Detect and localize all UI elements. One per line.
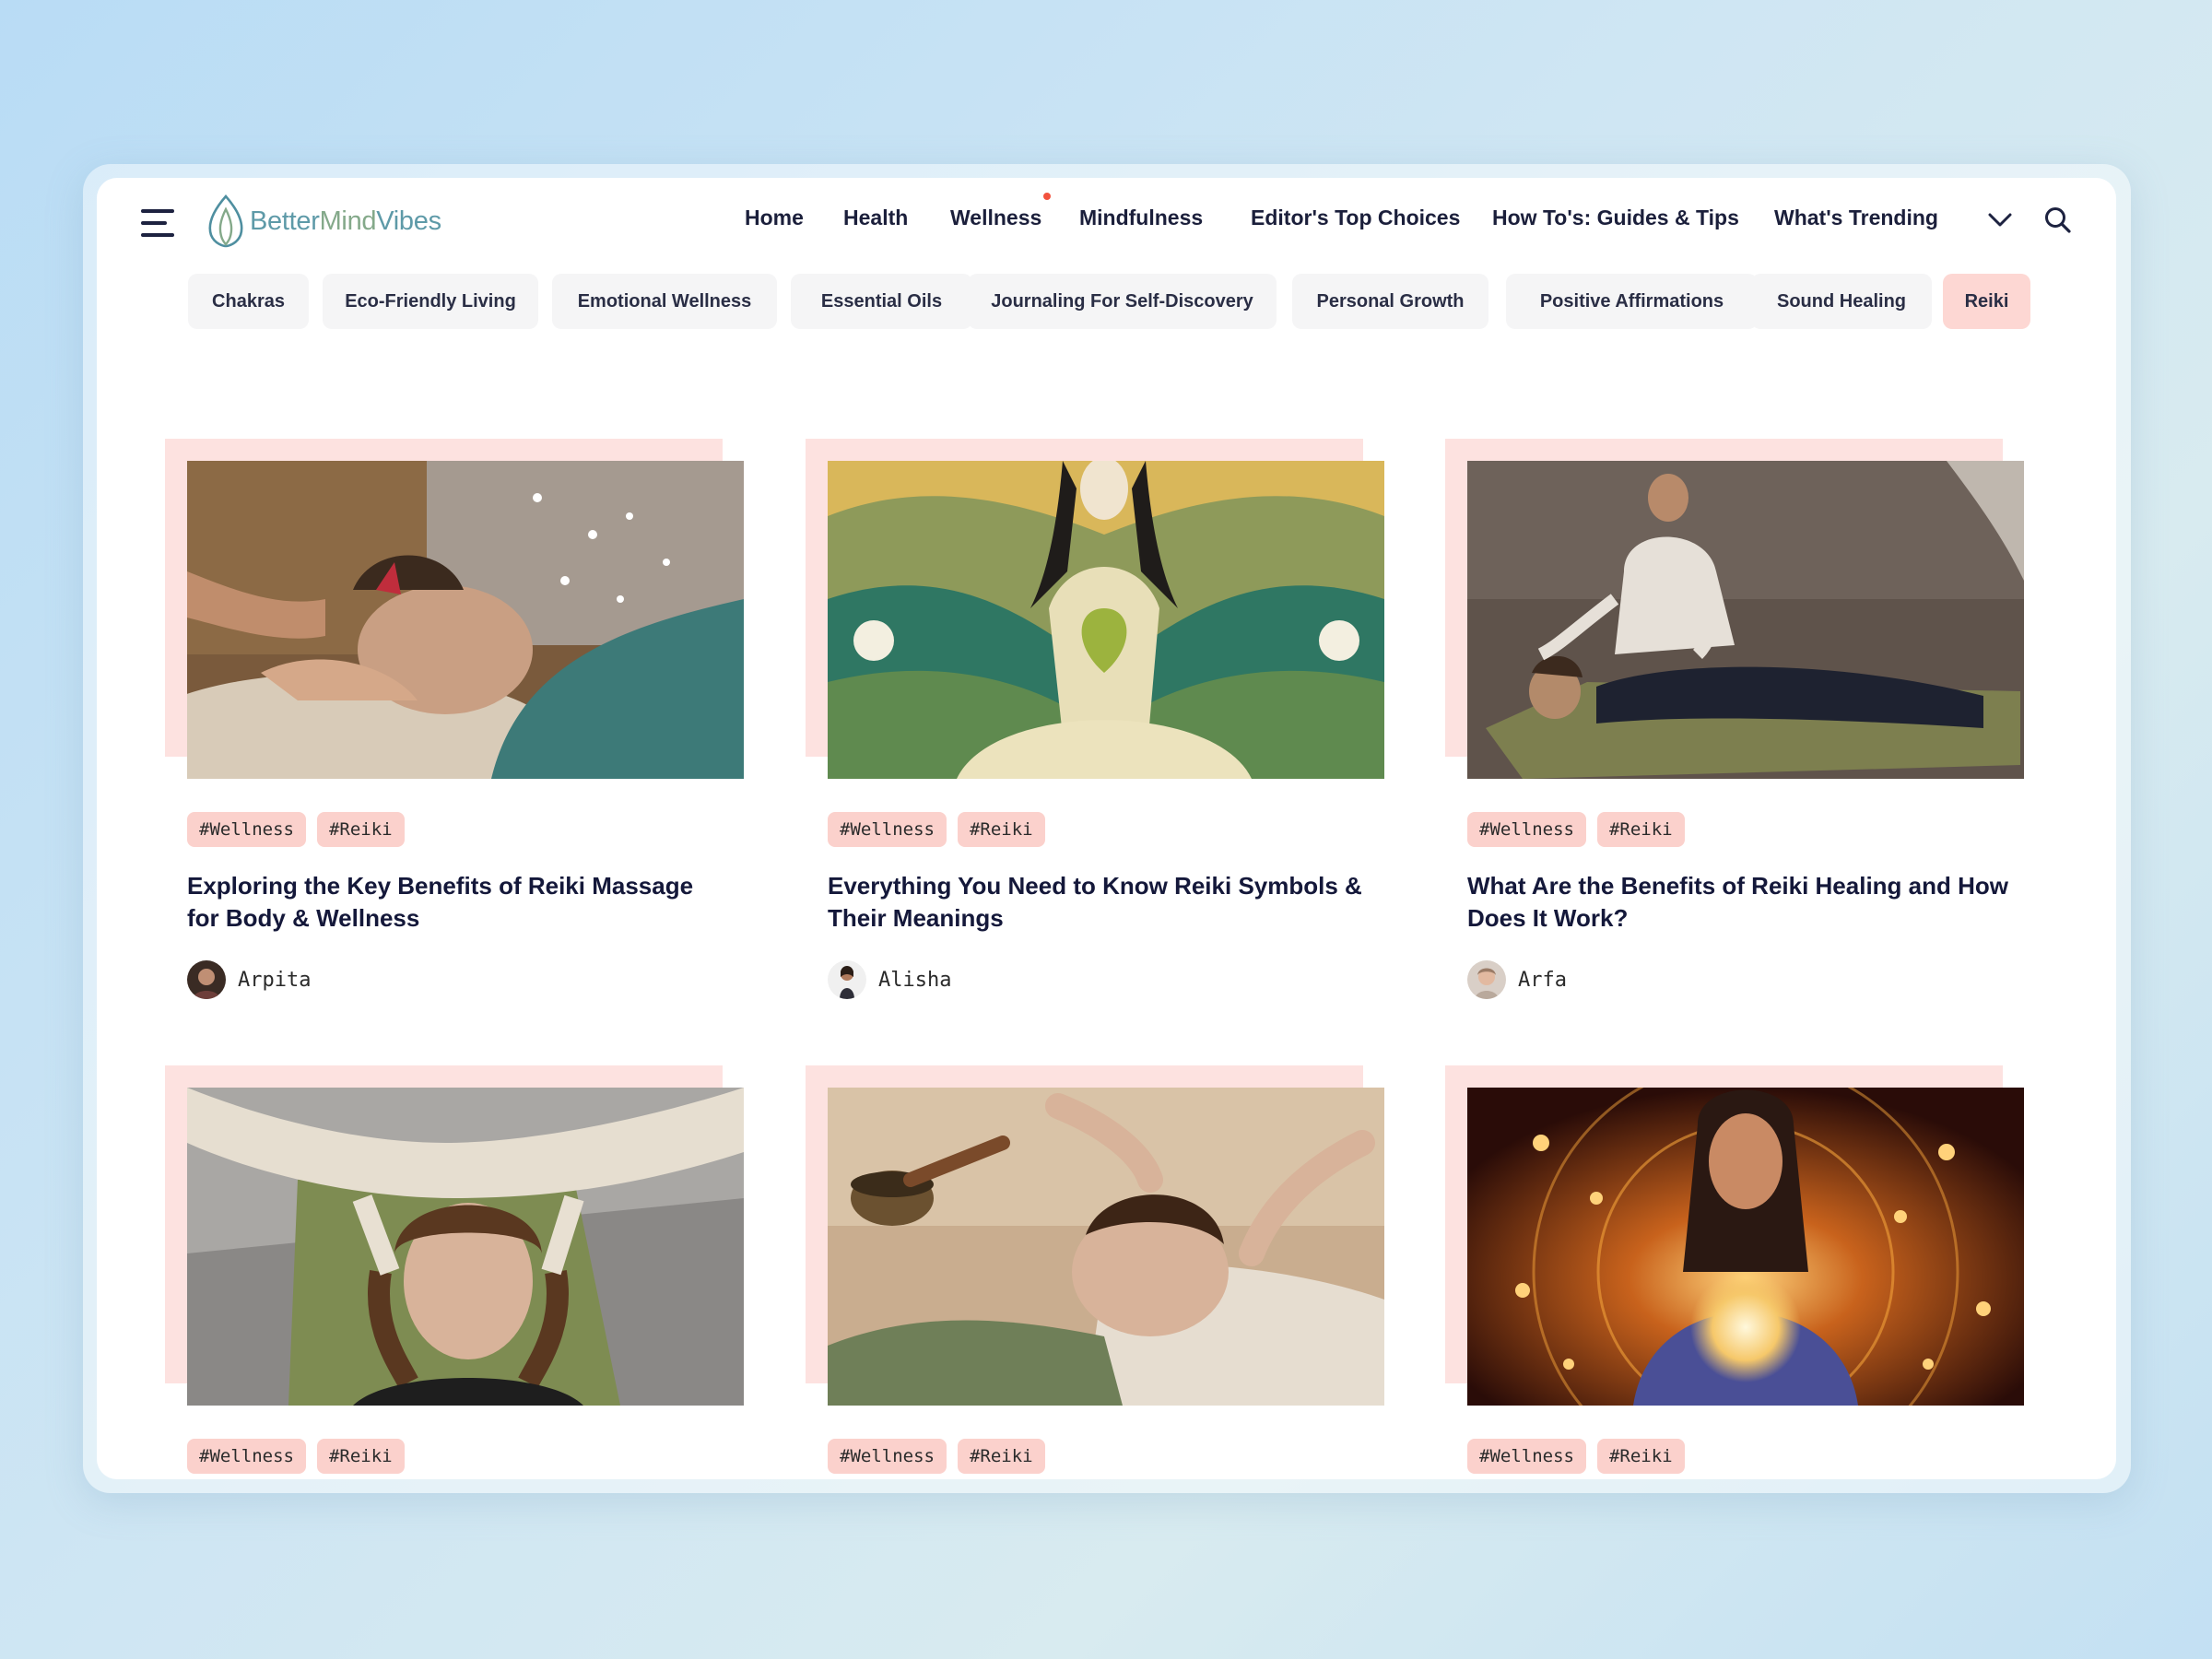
chip-sound-healing[interactable]: Sound Healing — [1751, 274, 1932, 329]
post-card: #Wellness #Reiki Everything You Need to … — [806, 439, 1395, 1047]
post-image-reiki-energy[interactable] — [1467, 1088, 2024, 1406]
post-image-reiki-massage[interactable] — [187, 461, 744, 779]
tag-wellness[interactable]: #Wellness — [187, 812, 306, 847]
post-author[interactable]: Arpita — [187, 960, 311, 999]
post-card: #Wellness #Reiki — [1445, 1065, 2035, 1479]
tag-reiki[interactable]: #Reiki — [957, 1439, 1045, 1474]
search-icon[interactable] — [2043, 206, 2073, 235]
tag-reiki[interactable]: #Reiki — [957, 812, 1045, 847]
nav-health[interactable]: Health — [843, 206, 908, 230]
tag-reiki[interactable]: #Reiki — [316, 1439, 405, 1474]
author-name: Arpita — [238, 968, 312, 992]
nav-mindfulness[interactable]: Mindfulness — [1079, 206, 1203, 230]
post-tags: #Wellness #Reiki — [187, 812, 405, 847]
chevron-down-icon[interactable] — [1986, 208, 2014, 230]
avatar — [1467, 960, 1506, 999]
nav-whats-trending[interactable]: What's Trending — [1774, 206, 1938, 230]
post-tags: #Wellness #Reiki — [1467, 812, 1685, 847]
author-name: Arfa — [1518, 968, 1567, 992]
post-image-reiki-healing[interactable] — [1467, 461, 2024, 779]
post-image-reiki-bowl[interactable] — [828, 1088, 1384, 1406]
chip-chakras[interactable]: Chakras — [188, 274, 309, 329]
tag-wellness[interactable]: #Wellness — [828, 812, 947, 847]
nav-home[interactable]: Home — [745, 206, 804, 230]
tag-reiki[interactable]: #Reiki — [1596, 1439, 1685, 1474]
tag-wellness[interactable]: #Wellness — [828, 1439, 947, 1474]
main-nav: Home Health Wellness Mindfulness Editor'… — [97, 193, 2116, 242]
post-image-reiki-symbols[interactable] — [828, 461, 1384, 779]
post-tags: #Wellness #Reiki — [187, 1439, 405, 1474]
tag-reiki[interactable]: #Reiki — [1596, 812, 1685, 847]
chip-personal-growth[interactable]: Personal Growth — [1292, 274, 1488, 329]
post-card: #Wellness #Reiki Exploring the Key Benef… — [165, 439, 755, 1047]
chip-eco-friendly-living[interactable]: Eco-Friendly Living — [323, 274, 538, 329]
post-card: #Wellness #Reiki What Are the Benefits o… — [1445, 439, 2035, 1047]
post-card: #Wellness #Reiki — [806, 1065, 1395, 1479]
browser-window: BetterMindVibes Home Health Wellness Min… — [97, 178, 2116, 1479]
post-tags: #Wellness #Reiki — [828, 812, 1045, 847]
tag-wellness[interactable]: #Wellness — [187, 1439, 306, 1474]
nav-how-tos[interactable]: How To's: Guides & Tips — [1492, 206, 1739, 230]
avatar — [187, 960, 226, 999]
chip-journaling[interactable]: Journaling For Self-Discovery — [968, 274, 1277, 329]
chip-essential-oils[interactable]: Essential Oils — [791, 274, 972, 329]
nav-editors-top-choices[interactable]: Editor's Top Choices — [1251, 206, 1460, 230]
post-tags: #Wellness #Reiki — [828, 1439, 1045, 1474]
category-bar: Chakras Eco-Friendly Living Emotional We… — [97, 274, 2116, 329]
post-title[interactable]: Everything You Need to Know Reiki Symbol… — [828, 870, 1371, 935]
tag-wellness[interactable]: #Wellness — [1467, 812, 1586, 847]
author-name: Alisha — [878, 968, 952, 992]
nav-wellness[interactable]: Wellness — [950, 206, 1041, 230]
post-author[interactable]: Arfa — [1467, 960, 1567, 999]
post-author[interactable]: Alisha — [828, 960, 951, 999]
post-image-reiki-session[interactable] — [187, 1088, 744, 1406]
notification-dot — [1043, 193, 1051, 200]
tag-wellness[interactable]: #Wellness — [1467, 1439, 1586, 1474]
post-card: #Wellness #Reiki — [165, 1065, 755, 1479]
post-tags: #Wellness #Reiki — [1467, 1439, 1685, 1474]
chip-positive-affirmations[interactable]: Positive Affirmations — [1506, 274, 1758, 329]
chip-emotional-wellness[interactable]: Emotional Wellness — [552, 274, 777, 329]
post-title[interactable]: Exploring the Key Benefits of Reiki Mass… — [187, 870, 731, 935]
chip-reiki-active[interactable]: Reiki — [1943, 274, 2030, 329]
post-title[interactable]: What Are the Benefits of Reiki Healing a… — [1467, 870, 2011, 935]
avatar — [828, 960, 866, 999]
tag-reiki[interactable]: #Reiki — [316, 812, 405, 847]
